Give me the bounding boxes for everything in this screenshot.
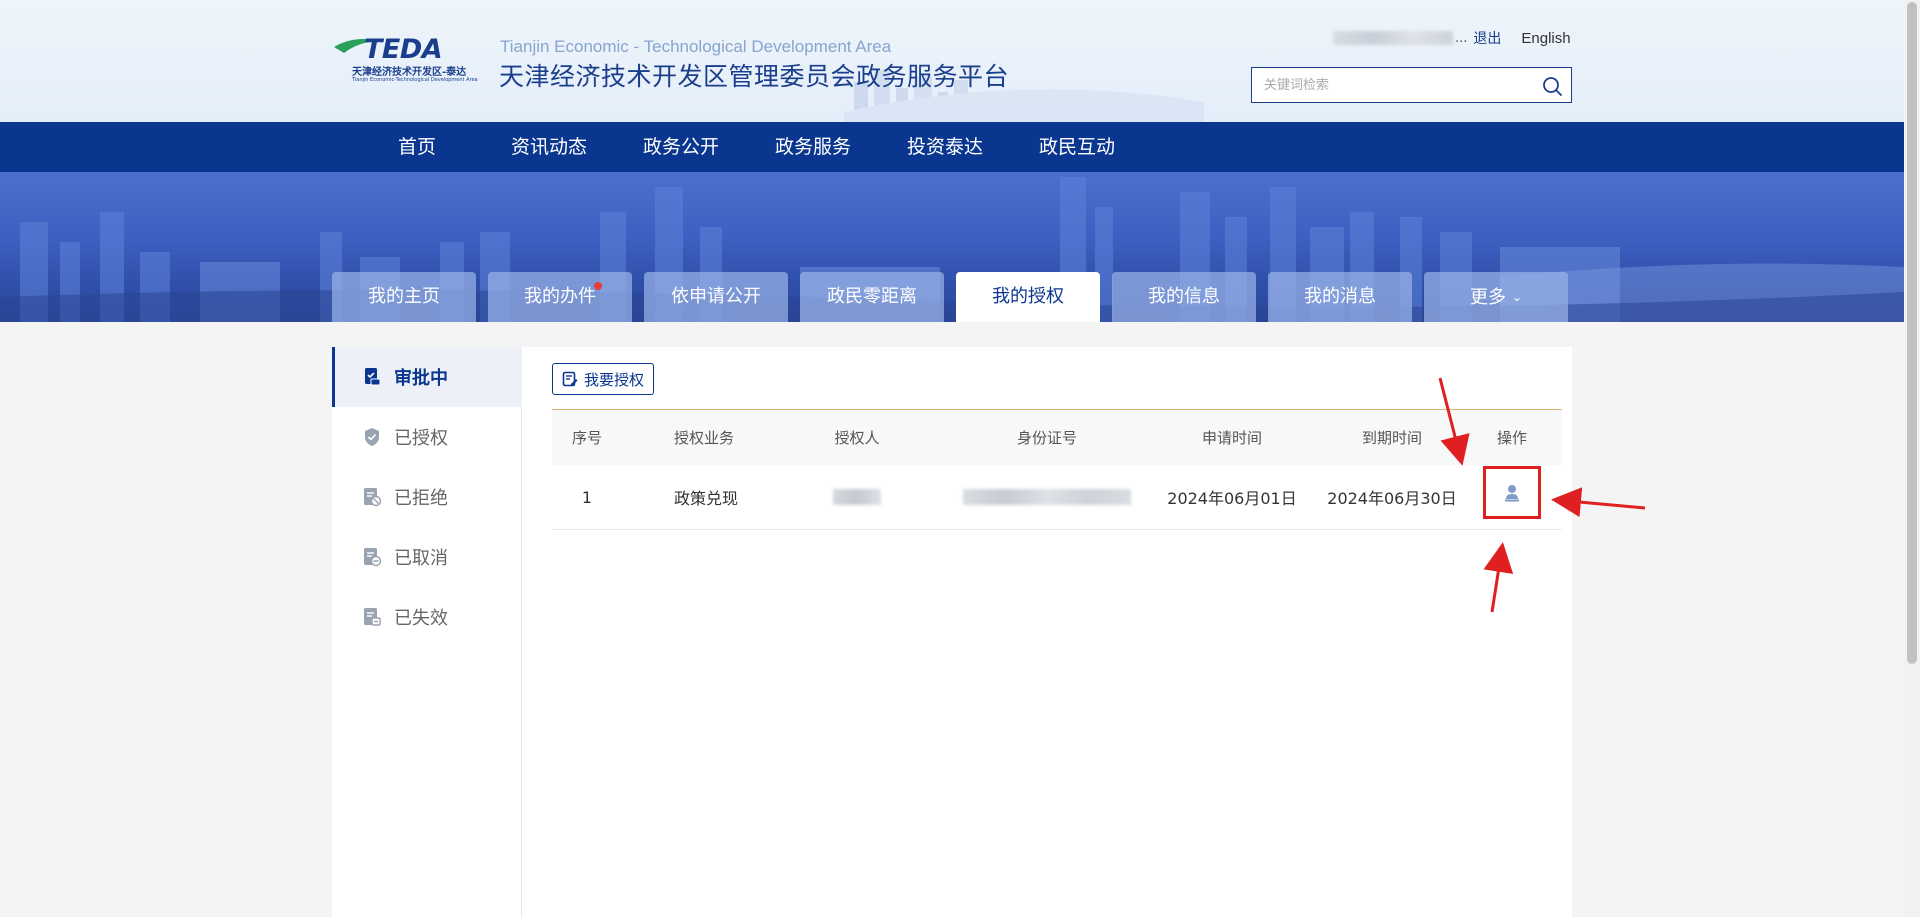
cell-authorizer	[782, 465, 932, 529]
operation-highlight-box[interactable]	[1483, 466, 1541, 519]
col-header-business: 授权业务	[674, 429, 735, 447]
nav-gov-open[interactable]: 政务公开	[615, 122, 747, 172]
tab-label: 我的消息	[1304, 286, 1376, 307]
teda-logo[interactable]: TEDA 天津经济技术开发区-泰达 Tianjin Economic-Techn…	[334, 34, 488, 86]
nav-news[interactable]: 资讯动态	[483, 122, 615, 172]
sidebar-item-expired[interactable]: 已失效	[332, 587, 522, 647]
search-icon[interactable]	[1542, 76, 1562, 96]
tab-label: 更多	[1469, 287, 1506, 308]
doc-reject-icon	[364, 488, 382, 507]
logout-link[interactable]: 退出	[1473, 28, 1501, 48]
approval-doc-icon	[365, 368, 381, 386]
shield-check-icon	[365, 428, 379, 446]
col-header-authorizer: 授权人	[834, 429, 880, 447]
content-panel: 审批中 已授权 已拒绝 已取消 已失效 我要授权 序号 授权业务 授权人 身份证…	[332, 347, 1572, 917]
tab-my-info[interactable]: 我的信息	[1112, 272, 1256, 322]
search-input[interactable]	[1252, 68, 1522, 102]
sidebar-item-label: 已授权	[394, 428, 448, 449]
edit-doc-icon	[562, 371, 578, 387]
sidebar-item-cancelled[interactable]: 已取消	[332, 527, 522, 587]
search-box	[1251, 67, 1572, 103]
cell-business: 政策兑现	[674, 489, 739, 508]
main-nav: 首页 资讯动态 政务公开 政务服务 投资泰达 政民互动	[0, 122, 1904, 172]
cell-apply-time: 2024年06月01日	[1167, 489, 1297, 508]
person-stamp-icon[interactable]	[1502, 483, 1522, 503]
tab-label: 依申请公开	[671, 286, 761, 307]
english-link[interactable]: English	[1521, 30, 1570, 47]
user-area: ... 退出 English	[1333, 28, 1571, 48]
logo-cn-text: 天津经济技术开发区-泰达	[352, 67, 467, 78]
nav-interaction[interactable]: 政民互动	[1011, 122, 1143, 172]
authorizer-redacted	[833, 489, 881, 505]
cell-id-number	[932, 465, 1162, 529]
tab-apply-disclosure[interactable]: 依申请公开	[644, 272, 788, 322]
site-title-en: Tianjin Economic - Technological Develop…	[500, 37, 892, 56]
authorization-table: 序号 授权业务 授权人 身份证号 申请时间 到期时间 操作 1 政策兑现 202…	[552, 409, 1562, 530]
tab-my-messages[interactable]: 我的消息	[1268, 272, 1412, 322]
site-header: TEDA 天津经济技术开发区-泰达 Tianjin Economic-Techn…	[0, 0, 1904, 122]
tab-label: 我的授权	[992, 286, 1064, 307]
tab-label: 我的办件	[524, 286, 596, 307]
col-header-apply-time: 申请时间	[1201, 429, 1262, 447]
cell-expire-time: 2024年06月30日	[1327, 489, 1457, 508]
user-center-tabs: 我的主页 我的办件 依申请公开 政民零距离 我的授权 我的信息 我的消息 更多 ⌄	[332, 272, 1572, 322]
doc-expired-icon	[364, 608, 381, 626]
sidebar-item-label: 已失效	[394, 608, 448, 629]
notification-dot	[594, 282, 602, 290]
sidebar-item-authorized[interactable]: 已授权	[332, 407, 522, 467]
request-authorization-button[interactable]: 我要授权	[552, 363, 654, 395]
nav-home[interactable]: 首页	[351, 122, 483, 172]
col-header-expire-time: 到期时间	[1361, 429, 1422, 447]
table-header: 序号 授权业务 授权人 身份证号 申请时间 到期时间 操作	[552, 410, 1562, 465]
tab-label: 政民零距离	[827, 286, 917, 307]
sidebar-item-label: 已拒绝	[394, 488, 448, 509]
tab-my-cases[interactable]: 我的办件	[488, 272, 632, 322]
tab-label: 我的主页	[368, 286, 440, 307]
site-title-cn: 天津经济技术开发区管理委员会政务服务平台	[499, 62, 1010, 91]
sidebar-item-rejected[interactable]: 已拒绝	[332, 467, 522, 527]
username-redacted	[1333, 31, 1453, 45]
col-header-operation: 操作	[1496, 429, 1527, 447]
col-header-id-number: 身份证号	[1016, 429, 1077, 447]
col-header-index: 序号	[571, 429, 602, 447]
nav-gov-service[interactable]: 政务服务	[747, 122, 879, 172]
scrollbar-thumb[interactable]	[1907, 2, 1917, 664]
authorization-main: 我要授权 序号 授权业务 授权人 身份证号 申请时间 到期时间 操作 1 政策兑…	[542, 347, 1562, 917]
request-authorization-label: 我要授权	[583, 370, 644, 389]
page-scrollbar[interactable]	[1904, 0, 1920, 917]
username-suffix: ...	[1455, 30, 1468, 46]
logo-en-text: Tianjin Economic-Technological Developme…	[352, 77, 478, 83]
tab-label: 我的信息	[1148, 286, 1220, 307]
sidebar-item-label: 已取消	[394, 548, 448, 569]
tab-gov-citizen[interactable]: 政民零距离	[800, 272, 944, 322]
tab-my-authorization[interactable]: 我的授权	[956, 272, 1100, 322]
status-sidebar: 审批中 已授权 已拒绝 已取消 已失效	[332, 347, 522, 917]
id-number-redacted	[963, 489, 1131, 505]
nav-invest[interactable]: 投资泰达	[879, 122, 1011, 172]
cell-index: 1	[581, 487, 593, 507]
sidebar-item-label: 审批中	[394, 368, 448, 389]
chevron-down-icon: ⌄	[1511, 290, 1523, 304]
tab-more[interactable]: 更多 ⌄	[1424, 272, 1568, 322]
doc-cancel-icon	[364, 548, 382, 567]
logo-text: TEDA	[364, 34, 443, 65]
sidebar-item-pending[interactable]: 审批中	[332, 347, 522, 407]
tab-my-home[interactable]: 我的主页	[332, 272, 476, 322]
table-row: 1 政策兑现 2024年06月01日 2024年06月30日	[552, 465, 1562, 530]
